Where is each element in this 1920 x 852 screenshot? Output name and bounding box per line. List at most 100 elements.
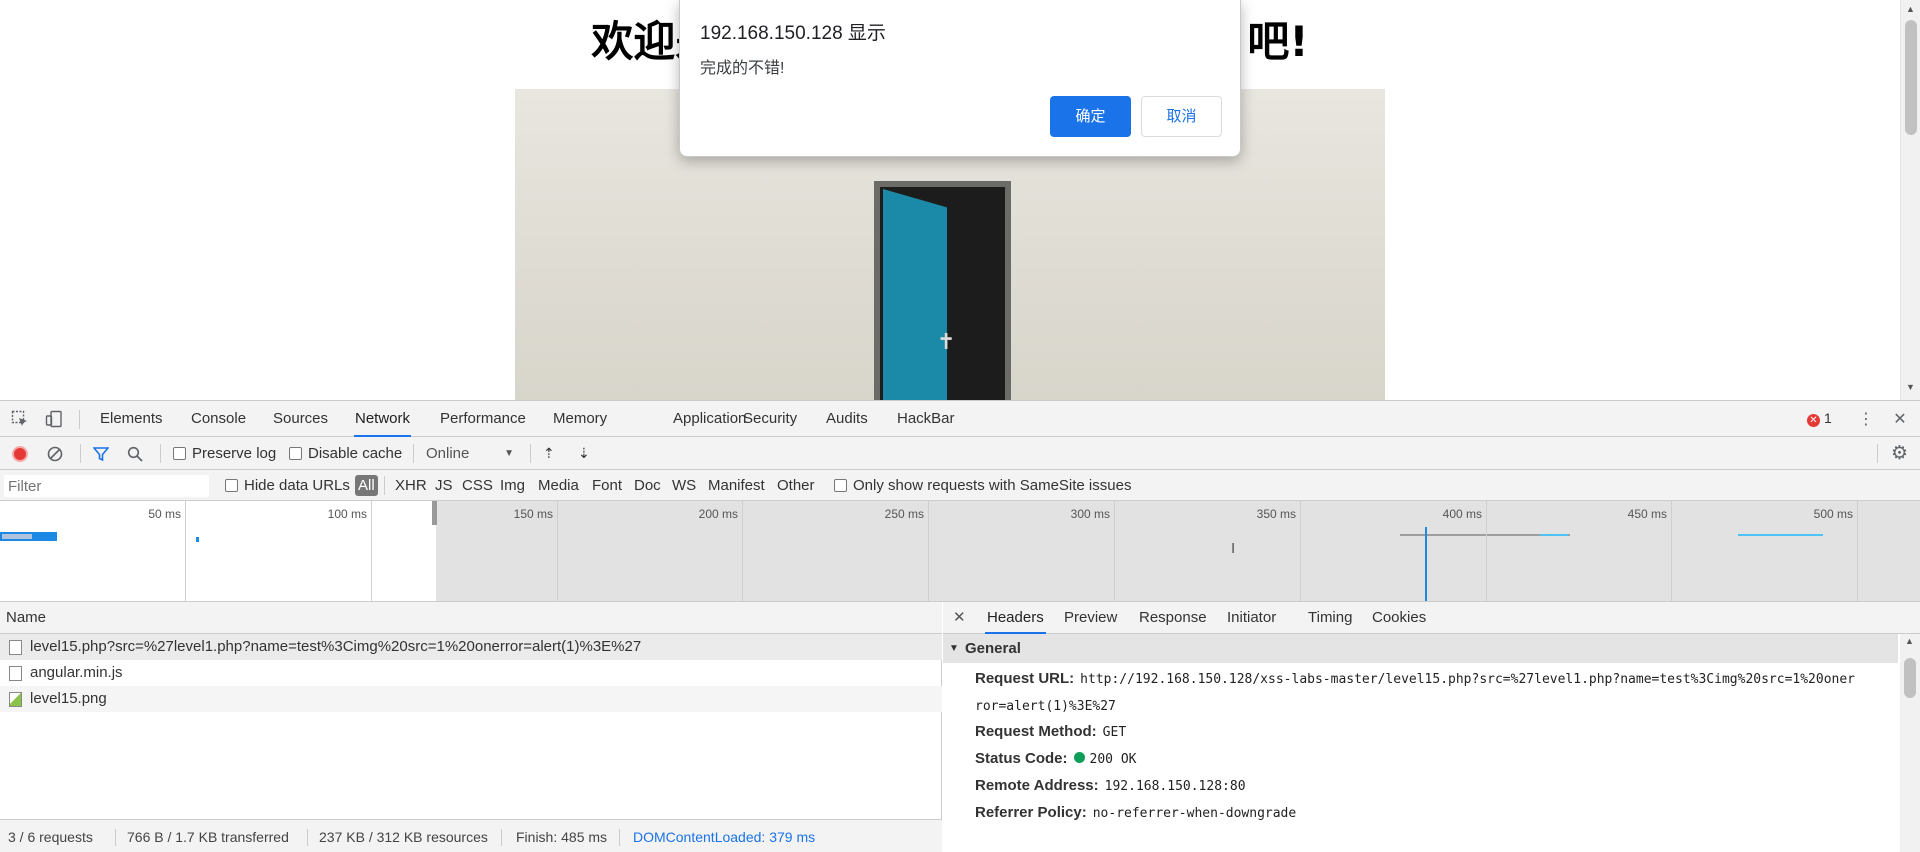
filter-type-xhr[interactable]: XHR (395, 470, 427, 501)
name-column-header[interactable]: Name (0, 602, 942, 634)
tab-memory[interactable]: Memory (553, 401, 607, 437)
disable-cache-checkbox[interactable]: Disable cache (289, 437, 402, 470)
checkbox-box[interactable] (834, 479, 847, 492)
tab-audits[interactable]: Audits (826, 401, 868, 437)
timeline-gridline (1671, 501, 1672, 601)
filter-type-other[interactable]: Other (777, 470, 815, 501)
alert-ok-button[interactable]: 确定 (1050, 96, 1131, 137)
detail-tabbar: ✕ Headers Preview Response Initiator Tim… (943, 602, 1920, 634)
tab-hackbar[interactable]: HackBar (897, 401, 955, 437)
filter-type-manifest[interactable]: Manifest (708, 470, 765, 501)
table-row[interactable]: level15.php?src=%27level1.php?name=test%… (0, 634, 942, 660)
table-row[interactable]: level15.png (0, 686, 942, 712)
filter-input[interactable] (4, 475, 209, 497)
table-row[interactable]: angular.min.js (0, 660, 942, 686)
filter-type-js[interactable]: JS (435, 470, 453, 501)
page-scroll-thumb[interactable] (1905, 20, 1917, 135)
request-url-row: Request URL: http://192.168.150.128/xss-l… (975, 665, 1895, 693)
tab-network[interactable]: Network (354, 401, 412, 437)
referrer-policy-row: Referrer Policy: no-referrer-when-downgra… (975, 799, 1895, 827)
detail-scroll-thumb[interactable] (1904, 658, 1916, 698)
import-har-icon[interactable]: ⇡ (543, 437, 555, 470)
tab-timing[interactable]: Timing (1308, 602, 1352, 634)
timeline-tick-label: 150 ms (513, 507, 553, 521)
status-divider (307, 829, 308, 846)
hide-data-urls-checkbox[interactable]: Hide data URLs (225, 470, 350, 501)
remote-address-key: Remote Address: (975, 777, 1099, 794)
tab-headers[interactable]: Headers (985, 602, 1046, 634)
referrer-policy-value: no-referrer-when-downgrade (1092, 806, 1297, 821)
toolbar-divider (413, 444, 414, 463)
filter-type-font[interactable]: Font (592, 470, 622, 501)
preserve-log-label: Preserve log (192, 445, 277, 462)
export-har-icon[interactable]: ⇣ (578, 437, 590, 470)
samesite-checkbox[interactable]: Only show requests with SameSite issues (834, 470, 1131, 501)
request-method-key: Request Method: (975, 723, 1097, 740)
document-icon (9, 640, 22, 655)
error-count-badge[interactable]: ✕ 1 (1807, 410, 1832, 427)
device-toolbar-icon[interactable] (44, 410, 64, 430)
alert-cancel-button[interactable]: 取消 (1141, 96, 1222, 137)
close-detail-icon[interactable]: ✕ (953, 602, 966, 634)
checkbox-box[interactable] (225, 479, 238, 492)
door-handle-icon: ✝ (937, 329, 956, 354)
alert-title: 192.168.150.128 显示 (700, 23, 886, 44)
tab-response[interactable]: Response (1139, 602, 1207, 634)
timeline-tick-label: 450 ms (1627, 507, 1667, 521)
detail-scrollbar[interactable]: ▲ (1900, 634, 1920, 852)
tab-sources[interactable]: Sources (273, 401, 328, 437)
checkbox-box[interactable] (289, 447, 302, 460)
settings-gear-icon[interactable]: ⚙ (1891, 437, 1908, 470)
tab-security[interactable]: Security (743, 401, 797, 437)
preserve-log-checkbox[interactable]: Preserve log (173, 437, 276, 470)
status-code-value: 200 OK (1089, 752, 1137, 767)
tab-preview[interactable]: Preview (1064, 602, 1117, 634)
close-devtools-icon[interactable]: ✕ (1890, 410, 1910, 430)
throttle-select[interactable]: Online ▼ (426, 437, 514, 470)
more-menu-icon[interactable]: ⋮ (1856, 410, 1876, 430)
timeline-tick-label: 50 ms (148, 507, 181, 521)
timeline-drag-handle[interactable] (432, 501, 437, 525)
inspect-element-icon[interactable] (10, 410, 30, 430)
timeline-tick-label: 350 ms (1256, 507, 1296, 521)
timeline-tick-label: 300 ms (1070, 507, 1110, 521)
devtools-panel: Elements Console Sources Network Perform… (0, 400, 1920, 852)
timeline-tick-label: 500 ms (1813, 507, 1853, 521)
alert-message: 完成的不错! (700, 60, 785, 77)
general-section-header[interactable]: ▼ General (943, 634, 1898, 663)
requests-table: Name level15.php?src=%27level1.php?name=… (0, 602, 942, 819)
page-scrollbar[interactable]: ▲ ▼ (1900, 0, 1920, 400)
remote-address-row: Remote Address: 192.168.150.128:80 (975, 772, 1895, 800)
request-url-value: http://192.168.150.128/xss-labs-master/l… (1080, 672, 1856, 687)
tab-performance[interactable]: Performance (440, 401, 526, 437)
network-overview-timeline[interactable]: I 50 ms 100 ms 150 ms 200 ms 250 ms 300 ms 350… (0, 501, 1920, 602)
clear-icon[interactable] (47, 446, 63, 462)
request-name: level15.png (30, 690, 107, 707)
filter-type-doc[interactable]: Doc (634, 470, 661, 501)
checkbox-box[interactable] (173, 447, 186, 460)
tab-elements[interactable]: Elements (100, 401, 163, 437)
filter-type-all[interactable]: All (355, 475, 378, 496)
scroll-up-icon[interactable]: ▲ (1901, 4, 1920, 14)
script-file-icon (9, 666, 22, 681)
filter-type-ws[interactable]: WS (672, 470, 696, 501)
scroll-down-icon[interactable]: ▼ (1901, 382, 1920, 392)
filter-icon[interactable] (92, 446, 110, 462)
filter-type-media[interactable]: Media (538, 470, 579, 501)
tab-initiator[interactable]: Initiator (1227, 602, 1276, 634)
timeline-tick-label: 100 ms (327, 507, 367, 521)
tab-console[interactable]: Console (191, 401, 246, 437)
record-button[interactable] (12, 446, 28, 462)
tab-application[interactable]: Application (673, 401, 746, 437)
request-name: angular.min.js (30, 664, 123, 681)
timeline-gridline (1114, 501, 1115, 601)
toolbar-divider (80, 444, 81, 463)
filter-type-css[interactable]: CSS (462, 470, 493, 501)
throttle-value: Online (426, 445, 470, 462)
scroll-up-icon[interactable]: ▲ (1900, 636, 1919, 646)
filter-type-img[interactable]: Img (500, 470, 525, 501)
search-icon[interactable] (127, 446, 143, 462)
error-icon: ✕ (1807, 414, 1820, 427)
tab-cookies[interactable]: Cookies (1372, 602, 1426, 634)
status-code-row: Status Code: 200 OK (975, 745, 1895, 773)
